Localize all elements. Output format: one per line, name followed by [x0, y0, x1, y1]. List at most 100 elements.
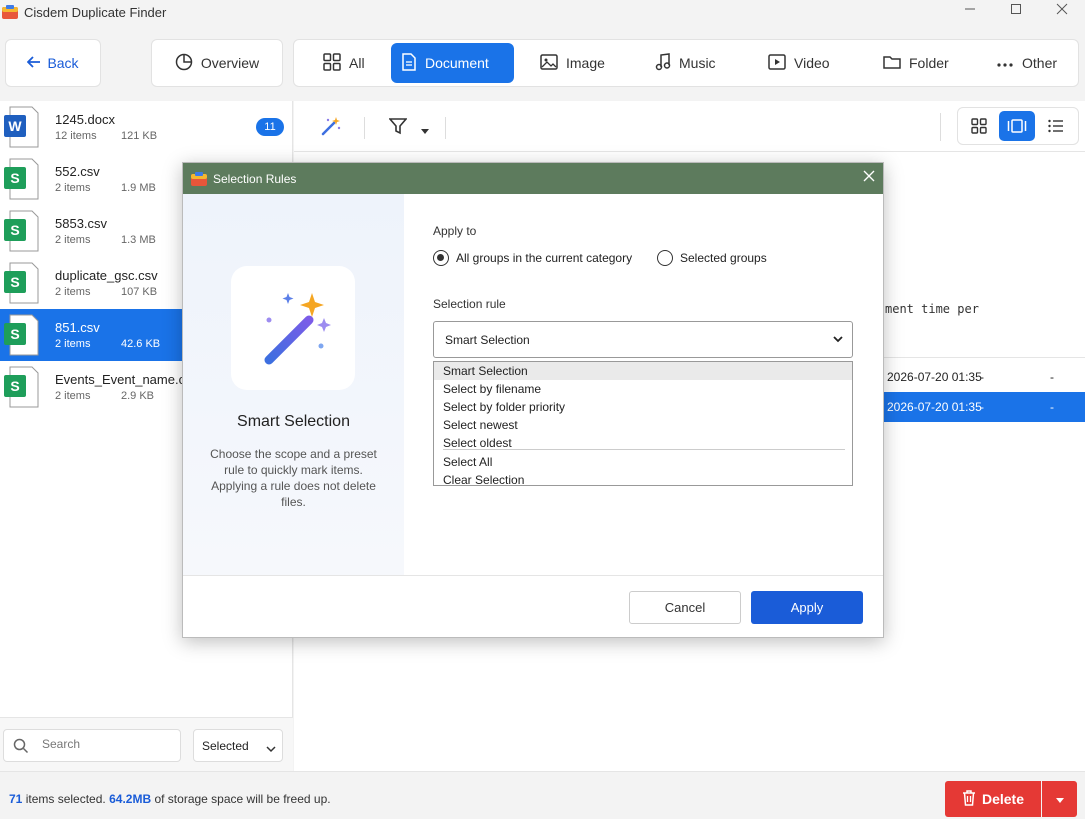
toolbar-divider: [364, 117, 365, 139]
tab-image[interactable]: Image: [530, 43, 615, 83]
search-input[interactable]: [42, 737, 172, 751]
list-view-icon[interactable]: [1038, 111, 1074, 141]
detail-toolbar: [294, 101, 1085, 152]
freed-size-suffix: of storage space will be freed up.: [154, 792, 331, 806]
rule-option[interactable]: Clear Selection: [434, 471, 852, 489]
radio-all-groups[interactable]: All groups in the current category: [433, 250, 632, 266]
svg-text:W: W: [8, 118, 22, 134]
filter-icon[interactable]: [388, 117, 408, 138]
file-size: 42.6 KB: [121, 338, 161, 350]
svg-text:S: S: [10, 274, 19, 290]
status-bar: 71 items selected. 64.2MB of storage spa…: [0, 771, 1085, 819]
spreadsheet-file-icon: S: [4, 365, 40, 409]
selected-count: 71: [9, 792, 23, 806]
radio-all-groups-label: All groups in the current category: [456, 251, 633, 265]
chevron-down-icon: [832, 332, 844, 349]
spreadsheet-file-icon: S: [4, 261, 40, 305]
delete-button[interactable]: Delete: [945, 781, 1041, 817]
row-col3: -: [1050, 400, 1054, 414]
rule-option[interactable]: Select newest: [434, 416, 852, 434]
row-col3: -: [1050, 370, 1054, 384]
tab-all[interactable]: All: [313, 43, 375, 83]
folder-icon: [883, 54, 901, 73]
radio-selected-groups-label: Selected groups: [680, 251, 767, 265]
magic-wand-icon: [231, 266, 355, 390]
rule-option[interactable]: Select All: [434, 453, 852, 471]
cancel-button[interactable]: Cancel: [629, 591, 741, 624]
list-item[interactable]: W 1245.docx 12 items 121 KB 11: [0, 101, 293, 153]
magic-wand-icon[interactable]: [320, 115, 342, 140]
minimize-icon[interactable]: [947, 0, 993, 18]
rule-option[interactable]: Select by folder priority: [434, 398, 852, 416]
tab-document[interactable]: Document: [391, 43, 514, 83]
more-icon: [996, 55, 1014, 71]
svg-text:S: S: [10, 222, 19, 238]
grid-view-icon[interactable]: [961, 111, 997, 141]
apply-to-label: Apply to: [433, 224, 477, 238]
back-button[interactable]: Back: [5, 39, 101, 87]
file-size: 1.3 MB: [121, 234, 156, 246]
dialog-title-bar: Selection Rules: [183, 163, 883, 194]
freed-size: 64.2MB: [109, 792, 152, 806]
file-count: 2 items: [55, 390, 91, 402]
tab-all-label: All: [349, 55, 365, 71]
view-mode-toggle: [957, 107, 1079, 145]
tab-other[interactable]: Other: [986, 43, 1067, 83]
tab-image-label: Image: [566, 55, 605, 71]
list-search-bar: Selected: [0, 717, 293, 771]
svg-text:S: S: [10, 170, 19, 186]
file-name: duplicate_gsc.csv: [55, 268, 158, 283]
filter-select[interactable]: Selected: [193, 729, 283, 762]
file-name: 1245.docx: [55, 112, 115, 127]
file-name: 851.csv: [55, 320, 100, 335]
apply-button[interactable]: Apply: [751, 591, 863, 624]
file-size: 107 KB: [121, 286, 158, 298]
caret-down-icon[interactable]: [421, 123, 429, 138]
close-icon[interactable]: [1039, 0, 1085, 18]
dialog-info-panel: Smart Selection Choose the scope and a p…: [183, 194, 404, 575]
overview-button[interactable]: Overview: [151, 39, 283, 87]
selection-rule-dropdown[interactable]: Smart Selection: [433, 321, 853, 358]
panel-description: Choose the scope and a preset rule to qu…: [210, 447, 377, 509]
chevron-down-icon: [266, 742, 276, 756]
radio-selected-groups[interactable]: Selected groups: [657, 250, 767, 266]
file-name: Events_Event_name.csv: [55, 372, 183, 387]
selected-count-suffix: items selected.: [25, 792, 106, 806]
tab-folder[interactable]: Folder: [873, 43, 959, 83]
file-count: 2 items: [55, 182, 91, 194]
partial-description: ment time per: [885, 302, 979, 316]
radio-indicator: [433, 250, 449, 266]
dialog-settings-panel: Apply to All groups in the current categ…: [404, 194, 883, 575]
file-count: 2 items: [55, 286, 91, 298]
close-icon[interactable]: [863, 169, 875, 187]
spreadsheet-file-icon: S: [4, 209, 40, 253]
file-size: 2.9 KB: [121, 390, 155, 402]
dialog-footer: Cancel Apply: [183, 575, 883, 637]
svg-text:S: S: [10, 326, 19, 342]
radio-indicator: [657, 250, 673, 266]
delete-options-button[interactable]: [1042, 781, 1077, 817]
tab-music[interactable]: Music: [645, 43, 726, 83]
arrow-left-icon: [27, 55, 41, 71]
rule-option[interactable]: Smart Selection: [434, 362, 852, 380]
panel-title: Smart Selection: [237, 413, 350, 430]
search-icon: [13, 738, 29, 757]
image-icon: [540, 53, 558, 73]
file-name: 552.csv: [55, 164, 100, 179]
count-badge: 11: [256, 118, 284, 136]
rule-option[interactable]: Select by filename: [434, 380, 852, 398]
gallery-view-icon[interactable]: [999, 111, 1035, 141]
maximize-icon[interactable]: [993, 0, 1039, 18]
word-file-icon: W: [4, 105, 40, 149]
svg-text:S: S: [10, 378, 19, 394]
filter-value: Selected: [202, 738, 249, 753]
dialog-title: Selection Rules: [213, 171, 297, 186]
spreadsheet-file-icon: S: [4, 157, 40, 201]
tab-video[interactable]: Video: [758, 43, 840, 83]
search-box[interactable]: [3, 729, 181, 762]
title-bar: Cisdem Duplicate Finder: [0, 0, 1085, 24]
app-logo-icon: [2, 4, 18, 20]
category-nav: Back Overview All Document Image Music V…: [0, 24, 1085, 101]
grid-icon: [323, 52, 341, 74]
app-logo-icon: [191, 171, 207, 190]
